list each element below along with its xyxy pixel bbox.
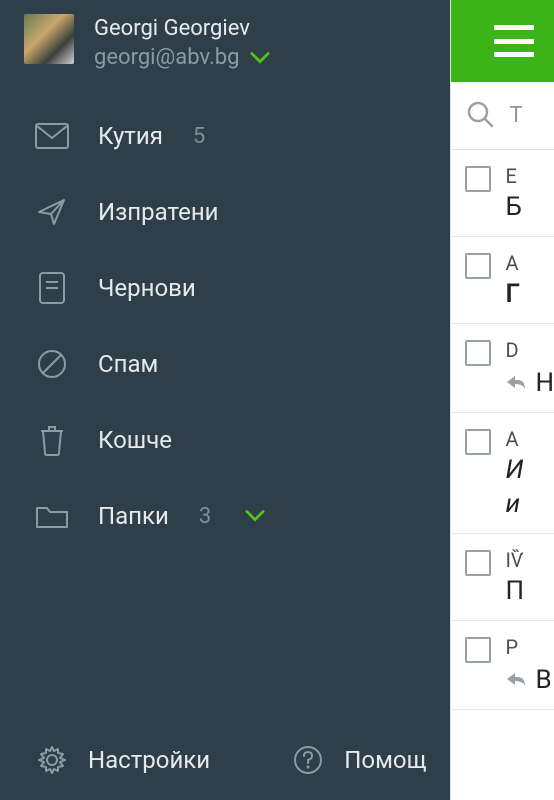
mail-sender: IѶ: [505, 548, 524, 572]
block-icon: [34, 346, 70, 382]
help-button[interactable]: Помощ: [290, 742, 426, 778]
mail-subject: П: [505, 576, 524, 606]
envelope-icon: [34, 118, 70, 154]
nav-count: 3: [199, 504, 211, 529]
avatar[interactable]: [24, 14, 74, 64]
mail-subject-line2: и: [505, 489, 523, 519]
topbar: [451, 0, 554, 82]
mail-item[interactable]: A И и: [451, 413, 554, 534]
mail-subject: Б: [505, 192, 521, 222]
mail-sender: D: [505, 338, 518, 362]
nav-label: Чернови: [98, 274, 196, 302]
mail-sender: P: [505, 635, 518, 659]
mail-sender: A: [505, 427, 523, 451]
reply-icon: [505, 670, 527, 692]
mail-subject: И: [505, 455, 523, 485]
checkbox[interactable]: [465, 429, 491, 455]
profile-email-row[interactable]: georgi@abv.bg: [94, 45, 270, 70]
mail-sender: A: [505, 251, 520, 275]
main-panel: Т E Б A Г D Н: [450, 0, 554, 800]
sidebar-item-folders[interactable]: Папки 3: [0, 478, 450, 554]
profile-section[interactable]: Georgi Georgiev georgi@abv.bg: [0, 0, 450, 80]
sidebar-footer: Настройки Помощ: [0, 720, 450, 800]
mail-item[interactable]: E Б: [451, 150, 554, 237]
mail-item[interactable]: A Г: [451, 237, 554, 324]
mail-subject: Н: [535, 368, 554, 398]
mail-item[interactable]: P В: [451, 621, 554, 710]
folder-icon: [34, 498, 70, 534]
nav-label: Кутия: [98, 122, 163, 150]
mail-subject: Г: [505, 279, 520, 309]
nav-label: Папки: [98, 502, 169, 530]
checkbox[interactable]: [465, 637, 491, 663]
sidebar-item-spam[interactable]: Спам: [0, 326, 450, 402]
nav-label: Изпратени: [98, 198, 219, 226]
settings-button[interactable]: Настройки: [34, 742, 210, 778]
mail-list: E Б A Г D Н: [451, 150, 554, 800]
settings-label: Настройки: [88, 746, 210, 774]
checkbox[interactable]: [465, 166, 491, 192]
profile-name: Georgi Georgiev: [94, 16, 270, 41]
help-icon: [290, 742, 326, 778]
search-bar[interactable]: Т: [451, 82, 554, 150]
nav-label: Спам: [98, 350, 158, 378]
chevron-down-icon[interactable]: [245, 510, 265, 522]
checkbox[interactable]: [465, 253, 491, 279]
trash-icon: [34, 422, 70, 458]
gear-icon: [34, 742, 70, 778]
paper-plane-icon: [34, 194, 70, 230]
help-label: Помощ: [344, 746, 426, 774]
nav-count: 5: [193, 124, 205, 149]
sidebar-item-sent[interactable]: Изпратени: [0, 174, 450, 250]
reply-icon: [505, 373, 527, 395]
checkbox[interactable]: [465, 550, 491, 576]
sidebar-item-inbox[interactable]: Кутия 5: [0, 98, 450, 174]
sidebar-item-trash[interactable]: Кошче: [0, 402, 450, 478]
search-icon: [465, 99, 495, 133]
mail-sender: E: [505, 164, 521, 188]
checkbox[interactable]: [465, 340, 491, 366]
profile-email: georgi@abv.bg: [94, 45, 240, 70]
profile-text: Georgi Georgiev georgi@abv.bg: [94, 14, 270, 70]
mail-item[interactable]: IѶ П: [451, 534, 554, 621]
mail-item[interactable]: D Н: [451, 324, 554, 413]
sidebar: Georgi Georgiev georgi@abv.bg Кутия 5 Из…: [0, 0, 450, 800]
sidebar-item-drafts[interactable]: Чернови: [0, 250, 450, 326]
hamburger-icon[interactable]: [494, 25, 534, 57]
search-placeholder: Т: [509, 103, 522, 128]
nav-list: Кутия 5 Изпратени Чернови Спам Кош: [0, 80, 450, 554]
document-icon: [34, 270, 70, 306]
chevron-down-icon[interactable]: [250, 52, 270, 64]
mail-subject: В: [535, 665, 551, 695]
nav-label: Кошче: [98, 426, 172, 454]
